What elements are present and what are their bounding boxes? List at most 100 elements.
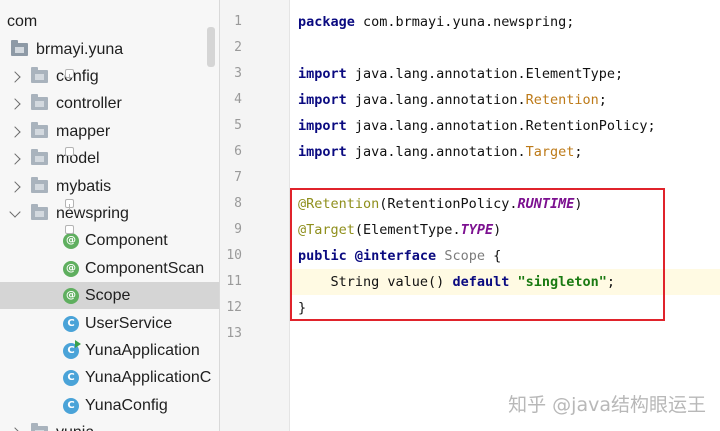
line-number: 1 — [234, 14, 242, 29]
tree-item-yunaapplicationc[interactable]: C YunaApplicationC — [0, 364, 219, 391]
tree-item-componentscan[interactable]: @ ComponentScan — [0, 255, 219, 282]
tree-item-label: UserService — [85, 315, 173, 332]
folder-icon — [31, 122, 48, 138]
tree-item-scope[interactable]: @ Scope — [0, 282, 219, 309]
tree-item-label: config — [56, 68, 99, 85]
tree-item-label: model — [56, 150, 100, 167]
chevron-right-icon[interactable] — [9, 70, 21, 83]
import-name: ElementType — [525, 66, 615, 82]
tree-item-label: yunia — [56, 419, 94, 431]
code-line-5: import java.lang.annotation.RetentionPol… — [298, 113, 656, 139]
tree-item-label: Scope — [85, 287, 131, 304]
runnable-class-icon: C — [63, 339, 81, 359]
annotation-icon: @ — [63, 260, 79, 277]
tree-item-label: com — [7, 13, 38, 30]
editor-gutter: 1 2 3 4 5 6 7 8 9 10 11 12 13 — [220, 0, 290, 431]
folder-icon — [31, 94, 48, 110]
code-text: ; — [647, 118, 656, 134]
package-folder-icon — [11, 40, 28, 56]
tree-item-yunia[interactable]: yunia — [0, 419, 219, 431]
chevron-right-icon[interactable] — [9, 180, 21, 193]
tree-item-com[interactable]: com — [0, 8, 219, 35]
code-line-4: import java.lang.annotation.Retention; — [298, 87, 607, 113]
tree-item-brmayi-yuna[interactable]: brmayi.yuna — [0, 36, 219, 63]
tree-item-mapper[interactable]: mapper — [0, 118, 219, 145]
chevron-right-icon[interactable] — [9, 426, 21, 431]
keyword: import — [298, 66, 347, 82]
keyword: package — [298, 14, 355, 30]
line-number: 10 — [226, 248, 242, 263]
tree-item-label: YunaApplicationC — [85, 369, 212, 386]
tree-item-newspring[interactable]: newspring — [0, 200, 219, 227]
tree-item-label: controller — [56, 95, 122, 112]
tree-item-yunaapplication[interactable]: C YunaApplication — [0, 337, 219, 364]
line-number: 11 — [226, 274, 242, 289]
line-number: 4 — [234, 92, 242, 107]
tree-item-yunaconfig[interactable]: C YunaConfig — [0, 392, 219, 419]
class-icon: C — [63, 369, 79, 386]
code-line-3: import java.lang.annotation.ElementType; — [298, 61, 623, 87]
import-name: Target — [525, 144, 575, 160]
code-text: java.lang.annotation. — [346, 66, 526, 82]
folder-icon — [31, 177, 48, 193]
highlight-box — [290, 188, 665, 321]
annotation-icon: @ — [63, 287, 79, 304]
line-number: 3 — [234, 66, 242, 81]
run-icon — [75, 339, 81, 348]
fold-marker-icon[interactable] — [65, 69, 74, 80]
class-icon: C — [63, 315, 79, 332]
tree-item-mybatis[interactable]: mybatis — [0, 173, 219, 200]
annotation-icon: @ — [63, 232, 79, 249]
line-number: 12 — [226, 300, 242, 315]
line-number: 7 — [234, 170, 242, 185]
keyword: import — [298, 144, 347, 160]
line-number: 5 — [234, 118, 242, 133]
code-text: java.lang.annotation. — [346, 118, 526, 134]
tree-item-label: mapper — [56, 123, 111, 140]
keyword: import — [298, 92, 347, 108]
code-editor[interactable]: package com.brmayi.yuna.newspring; impor… — [290, 0, 720, 431]
chevron-right-icon[interactable] — [9, 125, 21, 138]
line-number: 6 — [234, 144, 242, 159]
code-line-1: package com.brmayi.yuna.newspring; — [298, 9, 574, 35]
class-glyph: C — [67, 345, 75, 356]
folder-icon — [31, 149, 48, 165]
code-text: ; — [615, 66, 624, 82]
tree-item-label: ComponentScan — [85, 260, 205, 277]
fold-marker-icon[interactable] — [65, 199, 74, 210]
tree-item-label: YunaApplication — [85, 342, 200, 359]
chevron-right-icon[interactable] — [9, 97, 21, 110]
tree-item-label: mybatis — [56, 178, 112, 195]
code-text: java.lang.annotation. — [346, 144, 526, 160]
watermark: 知乎 @java结构眼运王 — [508, 394, 706, 416]
line-number: 9 — [234, 222, 242, 237]
code-text: ; — [598, 92, 607, 108]
fold-marker-icon[interactable] — [65, 147, 74, 156]
import-name: Retention — [525, 92, 599, 108]
folder-icon — [31, 423, 48, 431]
class-icon: C — [63, 397, 79, 414]
chevron-down-icon[interactable] — [9, 205, 21, 218]
tree-item-model[interactable]: model — [0, 145, 219, 172]
project-tree: com brmayi.yuna config controller mapper… — [0, 0, 220, 431]
tree-item-label: brmayi.yuna — [36, 41, 124, 58]
tree-item-config[interactable]: config — [0, 63, 219, 90]
tree-item-component[interactable]: @ Component — [0, 227, 219, 254]
tree-item-userservice[interactable]: C UserService — [0, 310, 219, 337]
line-number: 2 — [234, 40, 242, 55]
chevron-right-icon[interactable] — [9, 152, 21, 165]
fold-marker-icon[interactable] — [65, 225, 74, 234]
ide-window: com brmayi.yuna config controller mapper… — [0, 0, 720, 431]
line-number: 8 — [234, 196, 242, 211]
tree-item-controller[interactable]: controller — [0, 90, 219, 117]
import-name: RetentionPolicy — [525, 118, 648, 134]
code-text: ; — [574, 144, 583, 160]
code-line-6: import java.lang.annotation.Target; — [298, 139, 583, 165]
line-number: 13 — [226, 326, 242, 341]
folder-icon — [31, 204, 48, 220]
tree-item-label: Component — [85, 232, 168, 249]
folder-icon — [31, 67, 48, 83]
code-text: java.lang.annotation. — [346, 92, 526, 108]
code-text: com.brmayi.yuna.newspring; — [354, 14, 575, 30]
keyword: import — [298, 118, 347, 134]
